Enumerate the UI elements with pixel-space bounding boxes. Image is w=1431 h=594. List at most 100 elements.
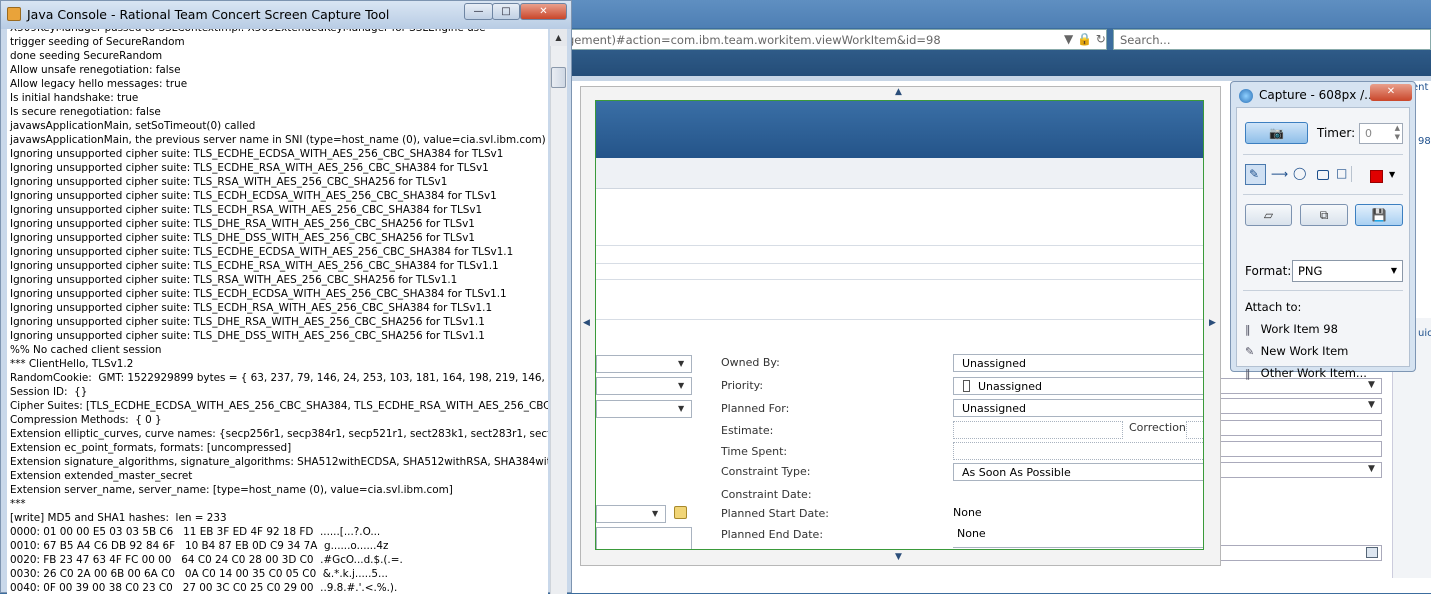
log-line: 0000: 01 00 00 E5 03 03 5B C6 11 EB 3F E… [10, 526, 381, 538]
eraser-button[interactable]: ▱ [1245, 204, 1292, 226]
log-line: Ignoring unsupported cipher suite: TLS_E… [10, 204, 483, 216]
timer-spinner[interactable]: 0 ▲ ▼ [1359, 123, 1403, 144]
captured-toolbar [596, 158, 1203, 189]
scroll-up-arrow-icon[interactable]: ▲ [550, 29, 567, 46]
save-button[interactable]: 💾 [1355, 204, 1403, 226]
vertical-scrollbar[interactable] [550, 29, 567, 594]
log-line: Is initial handshake: true [10, 92, 139, 104]
timer-label: Timer: [1317, 126, 1356, 140]
left-textarea[interactable] [596, 527, 692, 549]
log-line: Ignoring unsupported cipher suite: TLS_R… [10, 274, 458, 286]
time-spent-field[interactable] [953, 442, 1203, 460]
log-line: Ignoring unsupported cipher suite: TLS_D… [10, 330, 485, 342]
planned-end-value: None [957, 527, 986, 540]
constraint-type-field[interactable]: As Soon As Possible [953, 463, 1203, 481]
attach-item-label: Work Item 98 [1260, 322, 1338, 336]
bg-planned-for-dropdown[interactable] [1205, 398, 1382, 414]
chevron-down-icon: ▼ [678, 359, 685, 368]
ellipse-tool-icon[interactable]: ◯ [1293, 166, 1306, 180]
log-line: trigger seeding of SecureRandom [10, 36, 185, 48]
copy-button[interactable]: ⧉ [1300, 204, 1348, 226]
work-item-icon: ‖ [1245, 323, 1251, 336]
color-swatch[interactable] [1370, 170, 1383, 183]
log-line: Cipher Suites: [TLS_ECDHE_ECDSA_WITH_AES… [10, 400, 548, 412]
arrow-tool-icon[interactable]: ⟶ [1271, 167, 1288, 181]
scrollbar-thumb[interactable] [551, 67, 566, 88]
attach-new-work-item[interactable]: ✎ New Work Item [1245, 344, 1348, 358]
log-line: javawsApplicationMain, the previous serv… [10, 134, 546, 146]
chevron-down-icon: ▼ [1368, 400, 1375, 410]
attach-label: Attach to: [1245, 300, 1302, 314]
log-line: Extension signature_algorithms, signatur… [10, 456, 548, 468]
attach-other-work-item[interactable]: ‖ Other Work Item... [1245, 366, 1367, 380]
globe-icon [1239, 89, 1253, 103]
format-select[interactable]: PNG ▼ [1292, 260, 1403, 282]
priority-label: Priority: [721, 379, 764, 392]
bg-time-spent-field[interactable] [1205, 441, 1382, 457]
camera-icon: 📷 [1269, 126, 1284, 140]
close-button[interactable]: ✕ [1370, 84, 1412, 101]
console-log: X509KeyManager passed to SSLContextImpl:… [10, 29, 548, 594]
log-line: Ignoring unsupported cipher suite: TLS_D… [10, 316, 485, 328]
java-icon [7, 7, 21, 21]
constraint-type-label: Constraint Type: [721, 465, 811, 478]
log-line: Extension extended_master_secret [10, 470, 193, 482]
log-line: Extension elliptic_curves, curve names: … [10, 428, 548, 440]
log-line: 0020: FB 23 47 63 4F FC 00 00 64 C0 24 C… [10, 554, 403, 566]
log-line: javawsApplicationMain, setSoTimeout(0) c… [10, 120, 256, 132]
log-line: Ignoring unsupported cipher suite: TLS_E… [10, 302, 493, 314]
log-line: Ignoring unsupported cipher suite: TLS_E… [10, 246, 514, 258]
save-icon: 💾 [1371, 208, 1387, 222]
resize-bottom-handle-icon[interactable]: ▼ [895, 552, 902, 562]
separator [1243, 290, 1403, 291]
log-line: Ignoring unsupported cipher suite: TLS_D… [10, 218, 475, 230]
resize-left-handle-icon[interactable]: ◀ [583, 318, 590, 328]
minimize-button[interactable]: — [464, 3, 493, 20]
bg-date-field[interactable] [1205, 545, 1382, 561]
log-line: *** ClientHello, TLSv1.2 [10, 358, 134, 370]
attach-work-item-98[interactable]: ‖ Work Item 98 [1245, 322, 1338, 336]
capture-region: ▼ ▼ ▼ ▼ Owned By: Priority: Planned For:… [595, 100, 1204, 550]
planned-for-label: Planned For: [721, 402, 790, 415]
log-line: Ignoring unsupported cipher suite: TLS_R… [10, 176, 448, 188]
timer-value: 0 [1365, 127, 1372, 140]
time-spent-label: Time Spent: [721, 445, 788, 458]
resize-right-handle-icon[interactable]: ▶ [1209, 318, 1216, 328]
owned-by-field[interactable]: Unassigned [953, 354, 1203, 372]
log-line: Ignoring unsupported cipher suite: TLS_E… [10, 148, 504, 160]
attach-item-label: New Work Item [1260, 344, 1349, 358]
priority-field[interactable]: Unassigned [953, 377, 1203, 395]
calendar-icon[interactable] [1366, 547, 1378, 558]
folder-icon[interactable] [674, 506, 687, 519]
planned-for-field[interactable]: Unassigned [953, 399, 1203, 417]
separator [1243, 194, 1403, 195]
capture-tool-title: Capture - 608px /... [1259, 88, 1376, 102]
log-line: Allow unsafe renegotiation: false [10, 64, 181, 76]
capture-button[interactable]: 📷 [1245, 122, 1308, 144]
callout-tool-icon[interactable]: □ [1336, 166, 1347, 180]
console-text-area[interactable]: X509KeyManager passed to SSLContextImpl:… [7, 29, 548, 594]
separator [1243, 154, 1403, 155]
browser-search-input[interactable]: Search... [1113, 29, 1431, 50]
log-line: Ignoring unsupported cipher suite: TLS_D… [10, 232, 475, 244]
planned-start-value: None [953, 506, 982, 519]
bg-constraint-dropdown[interactable] [1205, 462, 1382, 478]
pen-tool-button[interactable]: ✎ [1245, 164, 1266, 185]
edge-fragment: uic [1418, 328, 1431, 339]
chevron-down-icon[interactable]: ▼ [1389, 170, 1395, 179]
format-label: Format: [1245, 264, 1292, 278]
rectangle-tool-icon[interactable] [1317, 170, 1329, 180]
maximize-button[interactable]: □ [492, 3, 520, 20]
estimate-field[interactable] [953, 421, 1123, 439]
log-line: 0030: 26 C0 2A 00 6B 00 6A C0 0A C0 14 0… [10, 568, 388, 580]
attach-item-label: Other Work Item... [1260, 366, 1367, 380]
log-line: Allow legacy hello messages: true [10, 78, 188, 90]
close-button[interactable]: ✕ [520, 3, 567, 20]
address-bar[interactable]: gement)#action=com.ibm.team.workitem.vie… [560, 29, 1107, 50]
correction-field[interactable] [1186, 421, 1203, 439]
log-line: Compression Methods: { 0 } [10, 414, 162, 426]
bg-priority-dropdown[interactable] [1205, 378, 1382, 394]
chevron-down-icon: ▼ [652, 509, 659, 518]
resize-top-handle-icon[interactable]: ▲ [895, 87, 902, 97]
priority-field-text: Unassigned [978, 380, 1042, 393]
